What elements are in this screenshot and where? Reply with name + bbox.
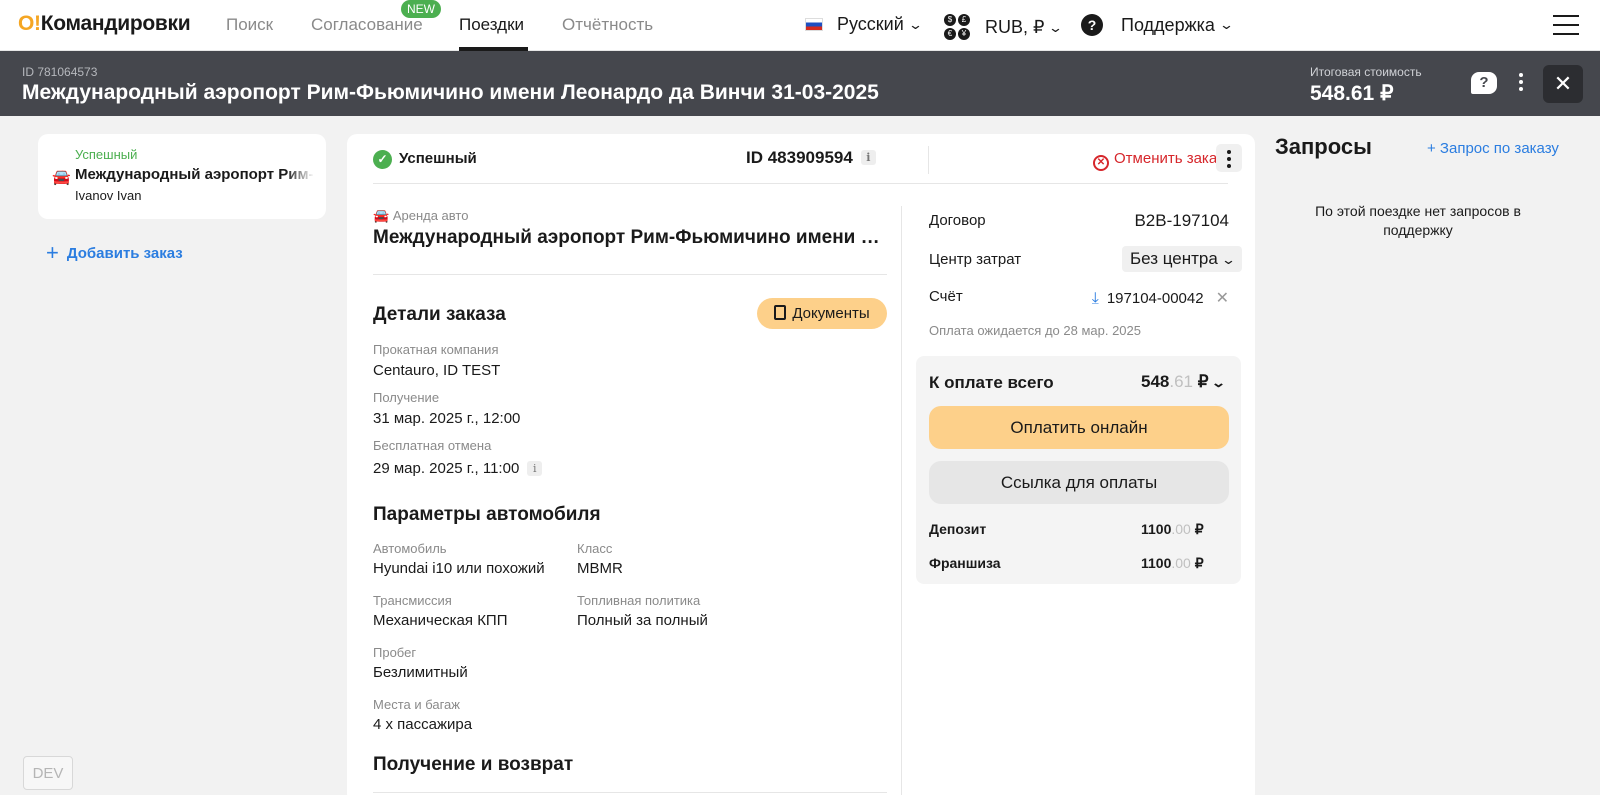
invoice-label: Счёт <box>929 288 963 305</box>
top-navigation: O!Командировки Поиск Согласование NEW По… <box>0 0 1600 51</box>
hamburger-menu-icon[interactable] <box>1553 15 1579 35</box>
invoice-value: ⤓ 197104-00042 ✕ <box>1091 290 1229 307</box>
cost-center-label: Центр затрат <box>929 251 1022 268</box>
support-label: Поддержка <box>1121 14 1215 35</box>
chevron-down-icon: ⌄ <box>1218 17 1234 32</box>
check-circle-icon: ✓ <box>373 150 392 169</box>
requests-empty-state: По этой поездке нет запросов в поддержку <box>1315 203 1521 238</box>
fuel-policy-label: Топливная политика <box>577 593 701 608</box>
language-selector[interactable]: Русский ⌄ <box>805 14 923 35</box>
trip-title: Международный аэропорт Рим-Фьюмичино име… <box>22 81 879 104</box>
pay-online-button[interactable]: Оплатить онлайн <box>929 406 1229 449</box>
nav-link-search[interactable]: Поиск <box>226 15 273 35</box>
cancel-circle-icon: ✕ <box>1093 155 1109 171</box>
car-icon: 🚘 <box>52 169 71 186</box>
chevron-down-icon: ⌄ <box>1211 375 1227 390</box>
payment-deadline: Оплата ожидается до 28 мар. 2025 <box>929 323 1141 338</box>
currency-label: RUB, ₽ <box>985 17 1045 37</box>
order-status: Успешный <box>399 150 477 167</box>
cancel-order-button[interactable]: ✕ Отменить заказ <box>1093 150 1224 171</box>
total-cost-label: Итоговая стоимость <box>1310 65 1422 79</box>
pickup-label: Получение <box>373 390 440 405</box>
requests-title: Запросы <box>1275 134 1372 159</box>
logo-mark: O! <box>18 12 41 35</box>
download-icon[interactable]: ⤓ <box>1092 290 1099 307</box>
order-id: ID 483909594 i <box>746 148 876 168</box>
chevron-down-icon: ⌄ <box>1048 19 1064 35</box>
service-title: Международный аэропорт Рим-Фьюмичино име… <box>373 227 883 248</box>
trip-header: ID 781064573 Международный аэропорт Рим-… <box>0 51 1600 116</box>
payment-link-button[interactable]: Ссылка для оплаты <box>929 461 1229 504</box>
company-value: Centauro, ID TEST <box>373 362 501 379</box>
order-details-card: ✓ Успешный ID 483909594 i ✕ Отменить заказ… <box>347 134 1255 795</box>
support-chat-icon[interactable]: ? <box>1471 72 1497 94</box>
new-badge: NEW <box>401 0 441 18</box>
total-due-label: К оплате всего <box>929 373 1054 392</box>
language-label: Русский <box>837 14 904 34</box>
total-cost-value: 548.61 ₽ <box>1310 82 1394 105</box>
mileage-label: Пробег <box>373 645 417 660</box>
cost-center-select[interactable]: Без центра ⌄ <box>1122 246 1242 272</box>
info-icon[interactable]: i <box>527 461 543 476</box>
chevron-down-icon: ⌄ <box>1220 252 1236 267</box>
trip-id: ID 781064573 <box>22 65 98 79</box>
close-button[interactable]: ✕ <box>1543 65 1583 103</box>
chevron-down-icon: ⌄ <box>907 16 923 32</box>
deposit-value: 1100.00 ₽ <box>1141 521 1204 537</box>
transmission-value: Механическая КПП <box>373 612 508 629</box>
order-status-bar: ✓ Успешный ID 483909594 i ✕ Отменить заказ <box>373 134 1242 184</box>
seats-value: 4 x пассажира <box>373 716 473 733</box>
more-options-icon[interactable] <box>1518 73 1524 95</box>
nav-link-approval[interactable]: Согласование <box>311 15 423 35</box>
currency-selector[interactable]: $ £ € ¥ RUB, ₽ ⌄ <box>944 14 1064 41</box>
pickup-value: 31 мар. 2025 г., 12:00 <box>373 410 521 427</box>
order-more-options-icon[interactable] <box>1216 144 1242 172</box>
russia-flag-icon <box>805 18 823 31</box>
car-class-label: Класс <box>577 541 613 556</box>
pickup-return-heading: Получение и возврат <box>373 754 574 775</box>
company-label: Прокатная компания <box>373 342 499 357</box>
car-model-label: Автомобиль <box>373 541 447 556</box>
order-card-traveler: Ivanov Ivan <box>75 188 142 203</box>
contract-label: Договор <box>929 212 986 229</box>
car-icon: 🚘 <box>373 208 393 223</box>
payment-summary: К оплате всего 548.61 ₽ ⌄ Оплатить онлай… <box>916 356 1241 584</box>
order-card-status: Успешный <box>75 147 138 162</box>
logo-text: Командировки <box>40 12 191 35</box>
seats-label: Места и багаж <box>373 697 460 712</box>
total-due-value[interactable]: 548.61 ₽ ⌄ <box>1141 372 1227 392</box>
free-cancel-value: 29 мар. 2025 г., 11:00 i <box>373 460 543 477</box>
nav-link-trips[interactable]: Поездки <box>459 15 524 35</box>
deposit-label: Депозит <box>929 521 987 537</box>
add-order-button[interactable]: + Добавить заказ <box>46 240 183 266</box>
documents-button[interactable]: Документы <box>757 298 887 329</box>
car-params-heading: Параметры автомобиля <box>373 504 601 525</box>
add-request-link[interactable]: + Запрос по заказу <box>1427 140 1559 157</box>
car-class-value: MBMR <box>577 560 623 577</box>
free-cancel-label: Бесплатная отмена <box>373 438 492 453</box>
document-icon <box>774 305 787 320</box>
help-icon: ? <box>1081 14 1103 36</box>
dev-badge: DEV <box>23 756 73 790</box>
info-icon[interactable]: i <box>860 150 876 165</box>
contract-value: B2B-197104 <box>1134 211 1229 230</box>
details-heading: Детали заказа <box>373 304 506 325</box>
car-model-value: Hyundai i10 или похожий <box>373 560 545 577</box>
franchise-label: Франшиза <box>929 555 1001 571</box>
currency-icon: $ £ € ¥ <box>944 14 971 41</box>
logo[interactable]: O!Командировки <box>18 12 191 36</box>
support-menu[interactable]: ? Поддержка ⌄ <box>1081 14 1234 36</box>
close-icon[interactable]: ✕ <box>1216 290 1229 307</box>
mileage-value: Безлимитный <box>373 664 468 681</box>
nav-link-reports[interactable]: Отчётность <box>562 15 653 35</box>
transmission-label: Трансмиссия <box>373 593 452 608</box>
plus-icon: + <box>46 240 59 265</box>
service-type: 🚘 Аренда авто <box>373 208 469 223</box>
fuel-policy-value: Полный за полный <box>577 612 708 629</box>
order-card[interactable]: Успешный 🚘 Международный аэропорт Рим-Фь… <box>38 134 326 219</box>
franchise-value: 1100.00 ₽ <box>1141 555 1204 571</box>
